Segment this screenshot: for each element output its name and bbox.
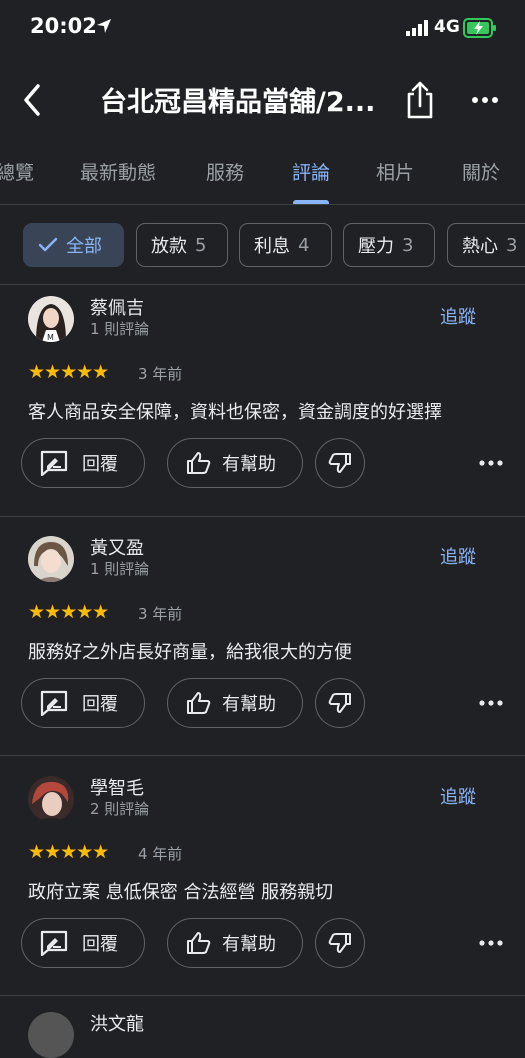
reply-label: 回覆	[82, 694, 118, 715]
reviewer-review-count: 1 則評論	[90, 320, 150, 338]
filter-chip-label: 利息	[254, 236, 290, 257]
thumbs-up-icon	[187, 932, 211, 954]
review-more-button[interactable]	[478, 696, 504, 710]
star-rating: ★★★★★	[28, 841, 109, 863]
reply-button[interactable]: 回覆	[21, 438, 145, 488]
reviewer-review-count: 2 則評論	[90, 800, 150, 818]
avatar[interactable]	[28, 536, 74, 582]
filter-chip-label: 壓力	[358, 236, 394, 257]
filter-chip-all[interactable]: 全部	[23, 223, 124, 267]
thumbs-down-icon	[328, 933, 351, 953]
divider	[0, 204, 525, 205]
reply-button[interactable]: 回覆	[21, 678, 145, 728]
filter-chip-label: 放款	[151, 236, 187, 257]
checkmark-icon	[38, 237, 58, 252]
tab-reviews[interactable]: 評論	[292, 158, 330, 185]
helpful-label: 有幫助	[222, 934, 276, 955]
network-type: 4G	[434, 17, 460, 37]
tab-about[interactable]: 關於	[462, 158, 500, 185]
follow-button[interactable]: 追蹤	[440, 783, 476, 809]
reviewer-name[interactable]: 黃又盈	[90, 534, 144, 560]
signal-icon	[406, 20, 428, 36]
filter-chip-count: 3	[506, 234, 518, 256]
helpful-button[interactable]: 有幫助	[167, 438, 303, 488]
not-helpful-button[interactable]	[315, 438, 365, 488]
filter-chip-label: 全部	[66, 236, 102, 257]
filter-chip-interest[interactable]: 利息 4	[239, 223, 332, 267]
not-helpful-button[interactable]	[315, 678, 365, 728]
star-rating: ★★★★★	[28, 601, 109, 623]
divider	[0, 995, 525, 996]
review-time: 4 年前	[138, 845, 183, 863]
page-title: 台北冠昌精品當舖/2...	[100, 87, 376, 118]
tab-updates[interactable]: 最新動態	[80, 158, 156, 185]
reviewer-name[interactable]: 學智毛	[90, 774, 144, 800]
filter-chip-enthusiastic[interactable]: 熱心 3	[447, 223, 525, 267]
filter-chip-count: 4	[298, 234, 310, 256]
helpful-button[interactable]: 有幫助	[167, 918, 303, 968]
reply-button[interactable]: 回覆	[21, 918, 145, 968]
review-time: 3 年前	[138, 365, 183, 383]
review-card: 學智毛 2 則評論 追蹤 ★★★★★ 4 年前 政府立案 息低保密 合法經營 服…	[0, 758, 525, 998]
review-time: 3 年前	[138, 605, 183, 623]
filter-chip-count: 5	[195, 234, 207, 256]
divider	[0, 755, 525, 756]
follow-button[interactable]: 追蹤	[440, 303, 476, 329]
tab-services[interactable]: 服務	[206, 158, 244, 185]
helpful-label: 有幫助	[222, 454, 276, 475]
reply-label: 回覆	[82, 454, 118, 475]
thumbs-down-icon	[328, 693, 351, 713]
reviewer-name[interactable]: 洪文龍	[90, 1010, 144, 1036]
reviewer-review-count: 1 則評論	[90, 560, 150, 578]
svg-text:M: M	[47, 333, 54, 342]
status-time: 20:02	[30, 14, 97, 38]
reply-icon	[40, 450, 68, 476]
tab-photos[interactable]: 相片	[376, 158, 414, 185]
back-button[interactable]	[18, 82, 50, 118]
review-text: 服務好之外店長好商量，給我很大的方便	[28, 642, 352, 663]
review-text: 政府立案 息低保密 合法經營 服務親切	[28, 882, 334, 903]
thumbs-down-icon	[328, 453, 351, 473]
review-more-button[interactable]	[478, 936, 504, 950]
review-card: M 蔡佩吉 1 則評論 追蹤 ★★★★★ 3 年前 客人商品安全保障，資料也保密…	[0, 278, 525, 518]
star-rating: ★★★★★	[28, 361, 109, 383]
thumbs-up-icon	[187, 692, 211, 714]
avatar[interactable]	[28, 776, 74, 822]
avatar[interactable]: M	[28, 296, 74, 342]
helpful-label: 有幫助	[222, 694, 276, 715]
review-card: 黃又盈 1 則評論 追蹤 ★★★★★ 3 年前 服務好之外店長好商量，給我很大的…	[0, 518, 525, 758]
share-button[interactable]	[404, 80, 436, 120]
helpful-button[interactable]: 有幫助	[167, 678, 303, 728]
more-options-button[interactable]	[470, 88, 500, 112]
location-arrow-icon	[97, 19, 111, 33]
review-text: 客人商品安全保障，資料也保密，資金調度的好選擇	[28, 402, 442, 423]
reply-icon	[40, 930, 68, 956]
reviewer-name[interactable]: 蔡佩吉	[90, 294, 144, 320]
divider	[0, 516, 525, 517]
avatar[interactable]	[28, 1012, 74, 1058]
battery-charging-icon	[463, 18, 496, 38]
filter-chip-loan[interactable]: 放款 5	[136, 223, 228, 267]
review-more-button[interactable]	[478, 456, 504, 470]
reply-icon	[40, 690, 68, 716]
filter-chip-label: 熱心	[462, 236, 498, 257]
reply-label: 回覆	[82, 934, 118, 955]
follow-button[interactable]: 追蹤	[440, 543, 476, 569]
filter-chip-count: 3	[402, 234, 414, 256]
tab-overview[interactable]: 總覽	[0, 158, 34, 185]
thumbs-up-icon	[187, 452, 211, 474]
filter-chip-pressure[interactable]: 壓力 3	[343, 223, 435, 267]
not-helpful-button[interactable]	[315, 918, 365, 968]
